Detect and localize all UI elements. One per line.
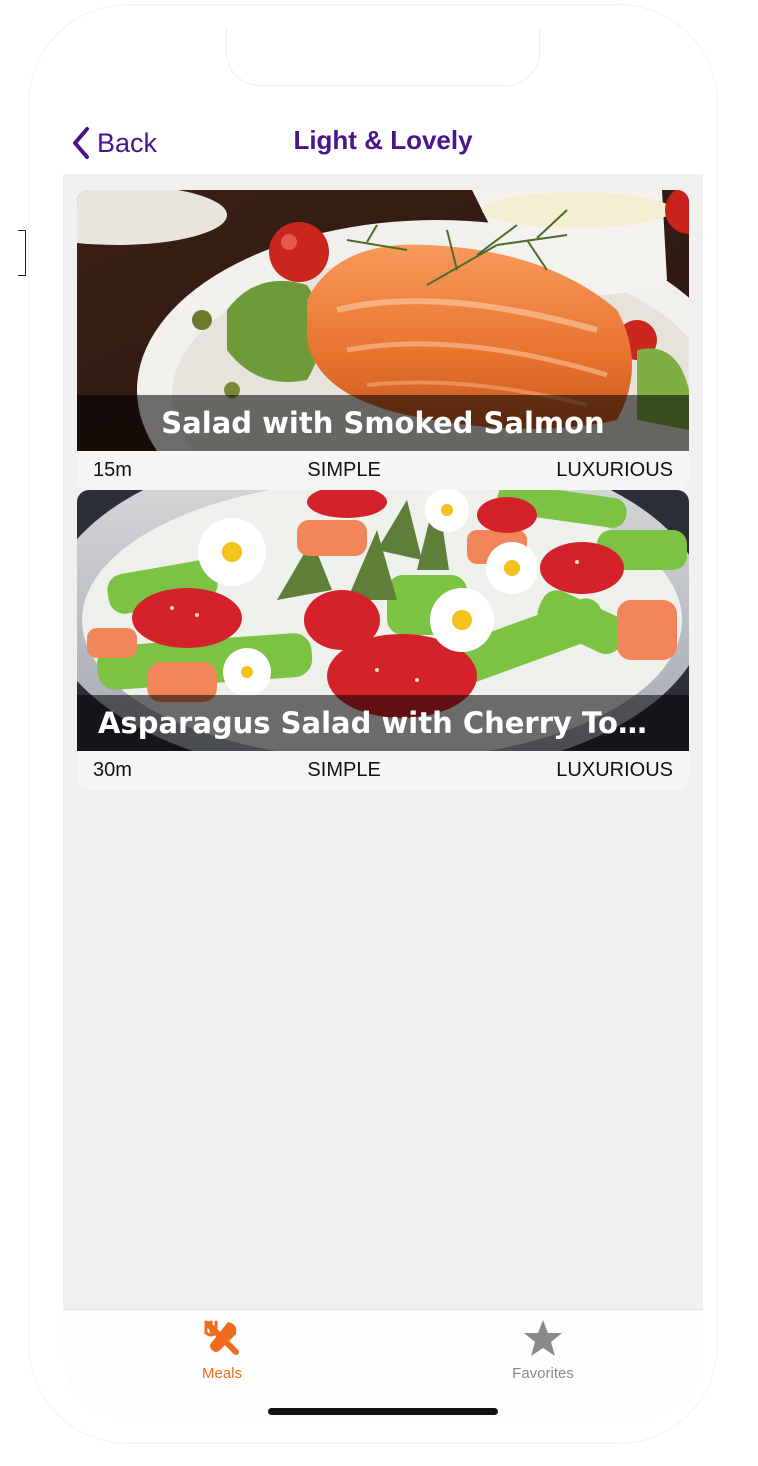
cutlery-icon [202, 1318, 242, 1363]
meal-card[interactable]: Salad with Smoked Salmon 15m SIMPLE LUXU… [77, 190, 689, 490]
meal-title-bar: Asparagus Salad with Cherry Tomat... [77, 695, 689, 751]
meal-list[interactable]: Salad with Smoked Salmon 15m SIMPLE LUXU… [63, 174, 703, 1309]
meal-details: 15m SIMPLE LUXURIOUS [77, 451, 689, 490]
meal-details: 30m SIMPLE LUXURIOUS [77, 751, 689, 790]
meal-image: Salad with Smoked Salmon [77, 190, 689, 451]
meal-title-bar: Salad with Smoked Salmon [77, 395, 689, 451]
page-title: Light & Lovely [293, 125, 473, 155]
device-notch [226, 28, 540, 86]
meal-title: Asparagus Salad with Cherry Tomat... [98, 706, 668, 740]
meal-duration: 30m [93, 759, 132, 781]
meal-image: Asparagus Salad with Cherry Tomat... [77, 490, 689, 751]
meal-complexity: SIMPLE [307, 459, 381, 481]
meal-duration: 15m [93, 459, 132, 481]
tab-label: Favorites [512, 1365, 574, 1382]
meal-affordability: LUXURIOUS [556, 759, 673, 781]
home-indicator[interactable] [268, 1408, 498, 1415]
star-icon [523, 1318, 563, 1363]
device-frame: Back Light & Lovely Salad with Smoked Sa… [0, 0, 758, 1466]
app-screen: Back Light & Lovely Salad with Smoked Sa… [63, 28, 703, 1418]
meal-complexity: SIMPLE [307, 759, 381, 781]
tab-favorites[interactable]: Favorites [463, 1318, 623, 1390]
tab-meals[interactable]: Meals [142, 1318, 302, 1390]
tab-bar: Meals Favorites [63, 1309, 703, 1418]
meal-card[interactable]: Asparagus Salad with Cherry Tomat... 30m… [77, 490, 689, 790]
meal-affordability: LUXURIOUS [556, 459, 673, 481]
meal-title: Salad with Smoked Salmon [161, 406, 605, 440]
side-button [18, 230, 26, 276]
tab-label: Meals [201, 1365, 242, 1382]
